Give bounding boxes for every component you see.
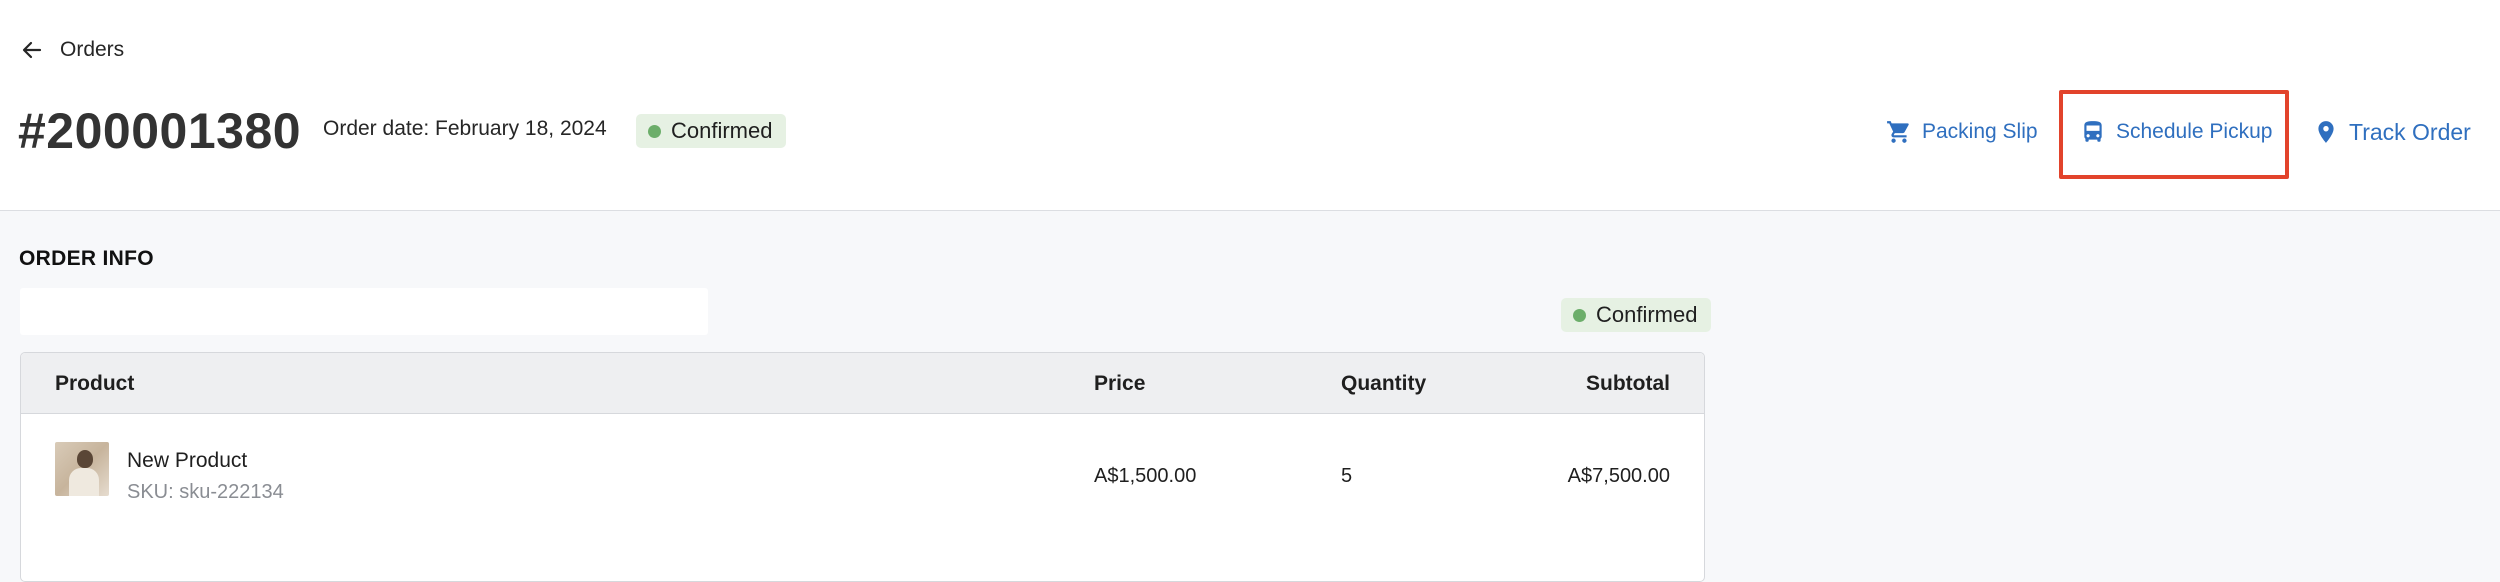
column-header-quantity: Quantity (1341, 372, 1427, 395)
status-dot (1573, 308, 1586, 322)
product-sku: SKU: sku-222134 (127, 481, 284, 503)
table-header: Product Price Quantity Subtotal (21, 353, 1704, 414)
table-row: New Product SKU: sku-222134 A$1,500.00 5… (21, 415, 1704, 535)
packing-slip-label: Packing Slip (1922, 120, 2038, 143)
track-order-button[interactable]: Track Order (2313, 112, 2471, 152)
product-thumbnail (55, 442, 109, 496)
product-subtotal: A$7,500.00 (1567, 465, 1670, 487)
order-date: Order date: February 18, 2024 (323, 117, 607, 140)
column-header-subtotal: Subtotal (1586, 372, 1670, 395)
column-header-price: Price (1094, 372, 1146, 395)
product-name: New Product (127, 449, 248, 472)
packing-slip-button[interactable]: Packing Slip (1886, 112, 2038, 152)
order-items-table: Product Price Quantity Subtotal New Prod… (20, 352, 1705, 582)
back-to-orders-link[interactable]: Orders (20, 34, 124, 66)
status-badge: Confirmed (636, 114, 787, 148)
status-dot (648, 124, 661, 138)
back-label: Orders (60, 38, 125, 61)
order-header: Orders #200001380 Order date: February 1… (0, 0, 2500, 211)
order-number: #200001380 (18, 103, 302, 159)
order-info-title: ORDER INFO (19, 247, 154, 270)
product-quantity: 5 (1341, 465, 1353, 487)
track-order-label: Track Order (2349, 118, 2471, 145)
status-label: Confirmed (1596, 302, 1698, 327)
column-header-product: Product (55, 372, 135, 395)
schedule-pickup-highlight (2059, 90, 2289, 179)
order-info-status-badge: Confirmed (1561, 298, 1712, 332)
arrow-left-icon (22, 41, 42, 59)
cart-icon (1887, 121, 1909, 143)
order-info-input[interactable] (20, 288, 708, 335)
location-pin-icon (2318, 121, 2334, 143)
product-price: A$1,500.00 (1094, 465, 1197, 487)
status-label: Confirmed (671, 118, 773, 143)
